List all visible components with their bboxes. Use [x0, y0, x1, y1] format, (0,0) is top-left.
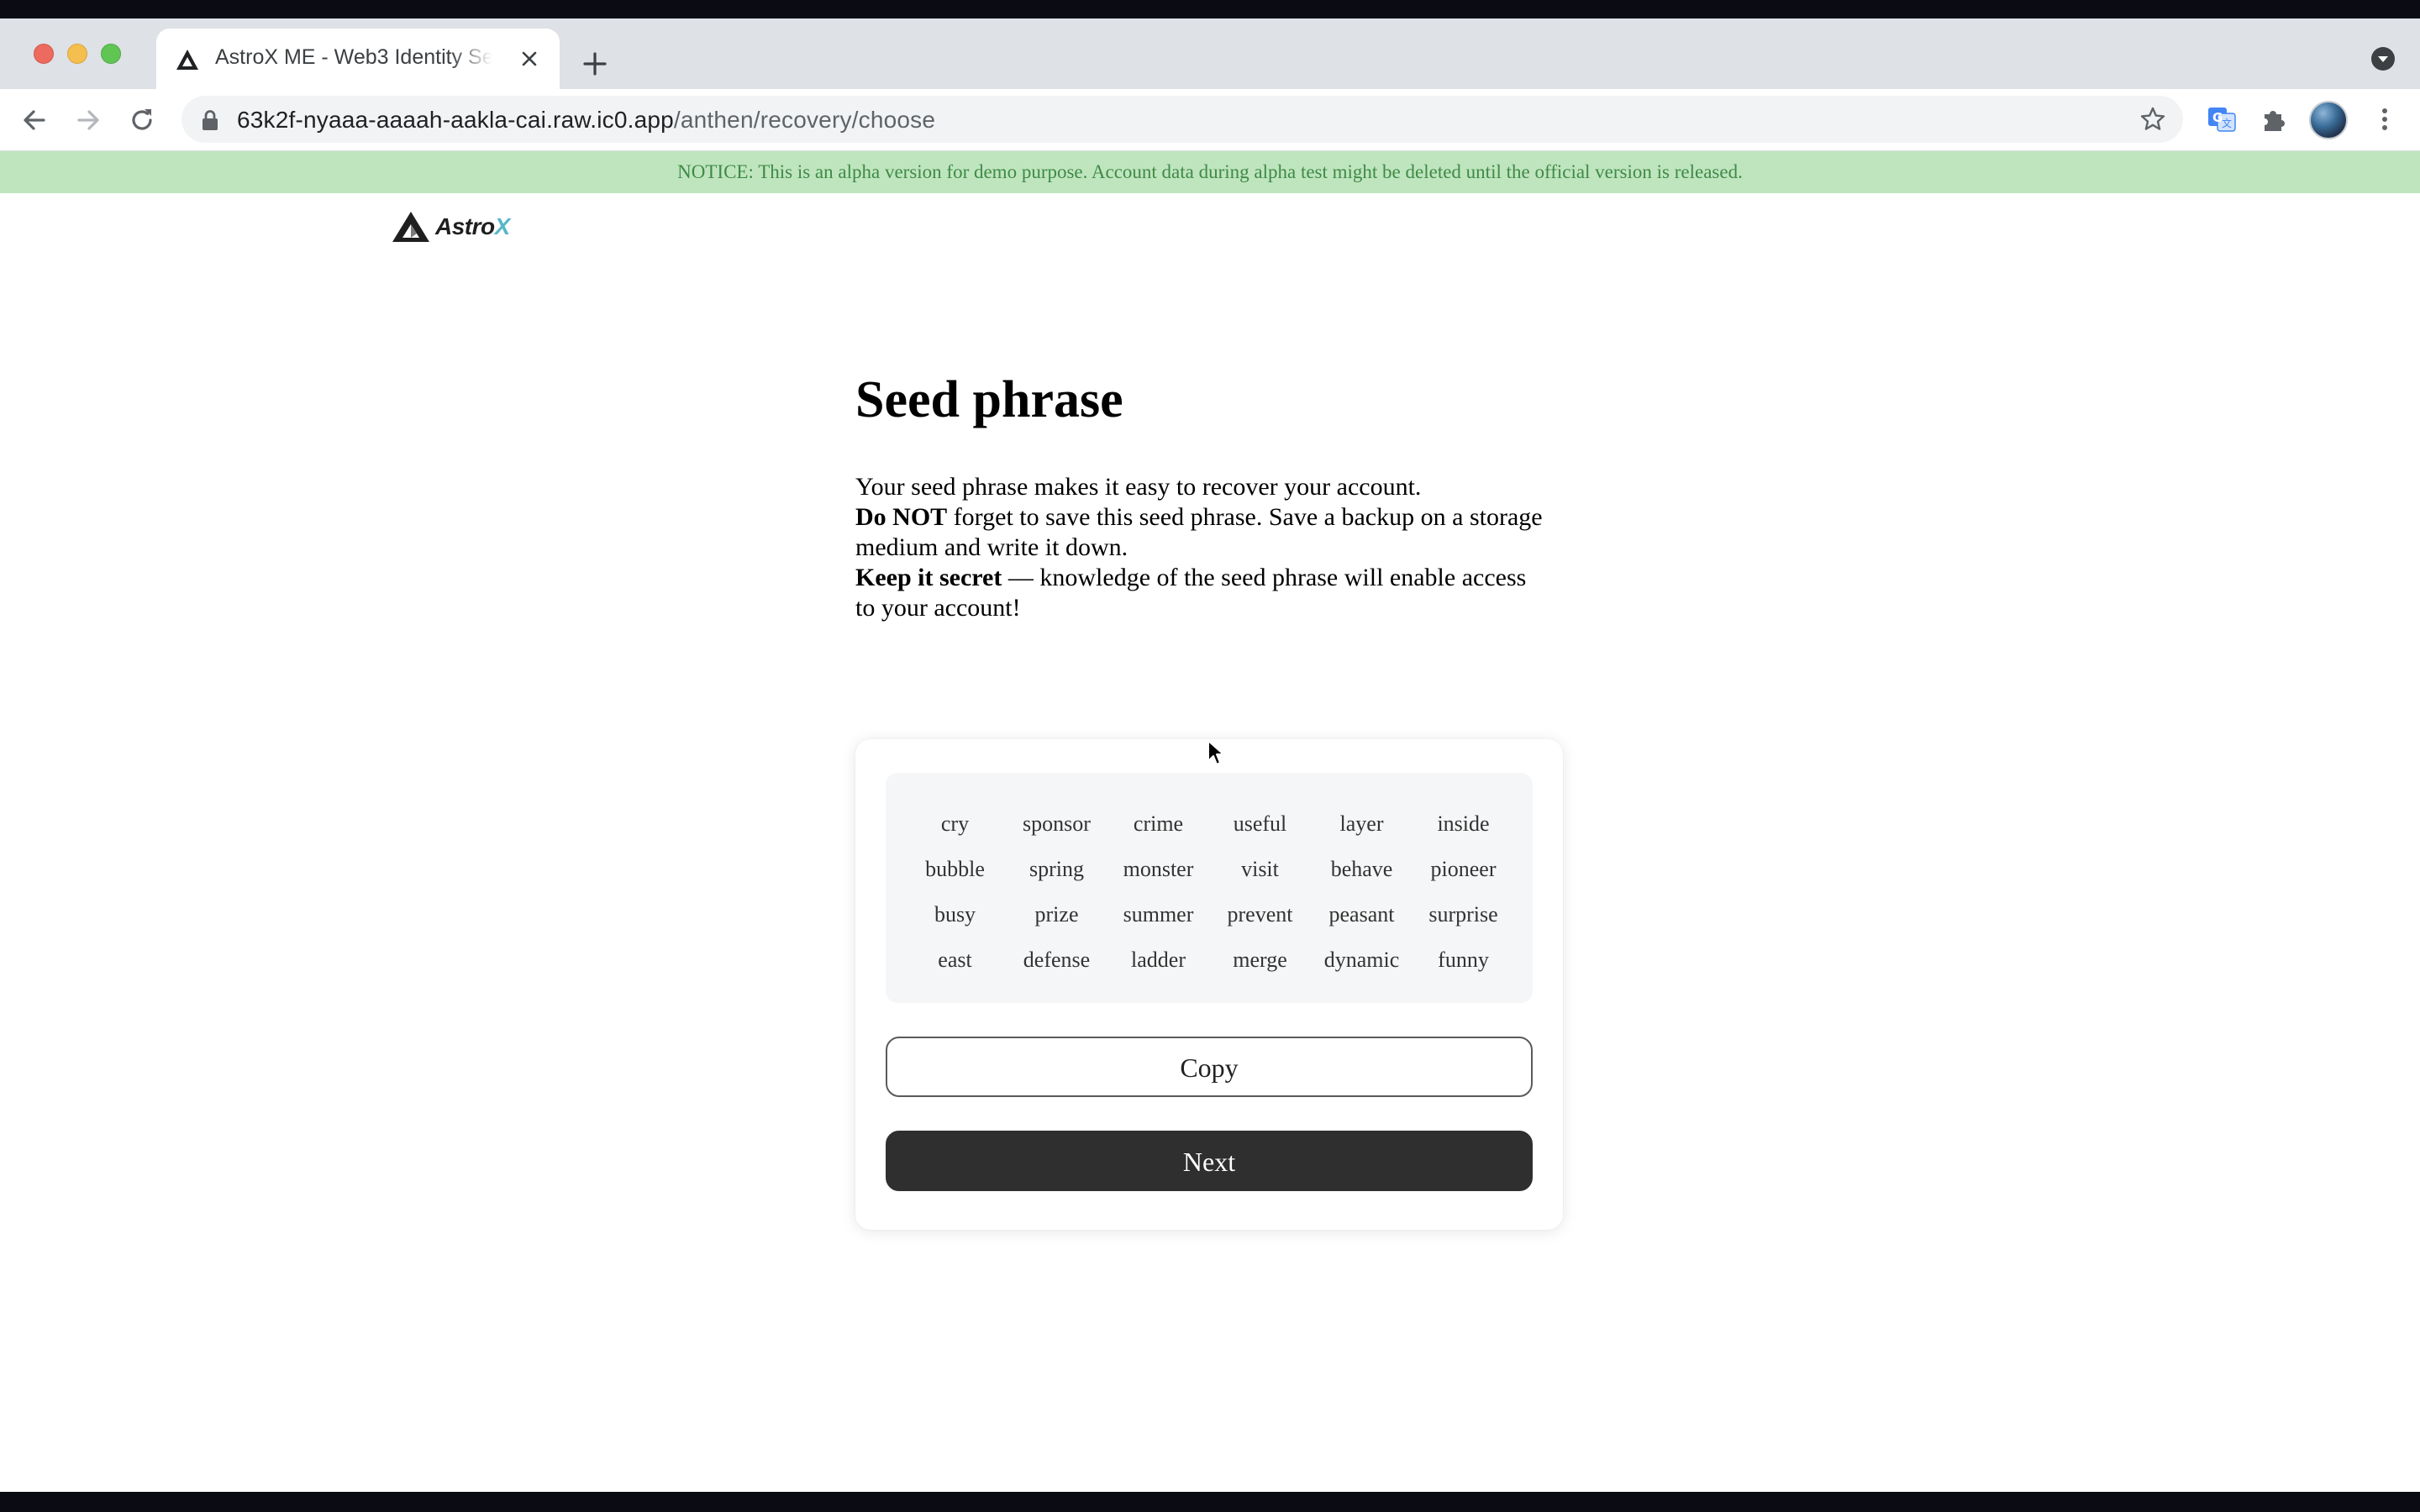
mouse-cursor-icon [1207, 740, 1224, 765]
reload-icon[interactable] [126, 104, 158, 136]
seed-word: defense [1023, 948, 1091, 972]
seed-word: peasant [1328, 902, 1395, 927]
seed-word: visit [1241, 857, 1279, 881]
seed-word: busy [934, 902, 976, 927]
warning-bold-1: Do NOT [855, 503, 948, 531]
close-window-button[interactable] [34, 44, 54, 64]
new-tab-icon[interactable] [580, 49, 610, 79]
url-host: 63k2f-nyaaa-aaaah-aakla-cai.raw.ic0.app [237, 107, 674, 133]
seed-word: ladder [1131, 948, 1186, 972]
copy-button[interactable]: Copy [886, 1037, 1533, 1097]
tab-title: AstroX ME - Web3 Identity Service [215, 45, 492, 69]
url-text[interactable]: 63k2f-nyaaa-aaaah-aakla-cai.raw.ic0.app/… [237, 107, 935, 134]
maximize-window-button[interactable] [101, 44, 121, 64]
seed-word: inside [1437, 811, 1490, 836]
close-icon[interactable] [516, 45, 543, 72]
seed-word: summer [1123, 902, 1194, 927]
warning-bold-2: Keep it secret [855, 564, 1002, 591]
astrox-logo[interactable]: AstroX [392, 208, 510, 245]
description-line-2: forget to save this seed phrase. Save a … [855, 503, 1543, 561]
astrox-logo-icon [392, 212, 429, 242]
translate-icon[interactable]: G 文 [2205, 102, 2238, 136]
seed-word-grid: cry sponsor crime useful layer inside bu… [886, 773, 1533, 1003]
alpha-notice-banner: NOTICE: This is an alpha version for dem… [0, 151, 2420, 193]
lock-icon[interactable] [200, 109, 220, 131]
browser-tab[interactable]: AstroX ME - Web3 Identity Service [156, 29, 560, 89]
seed-word: crime [1133, 811, 1184, 836]
seed-word: merge [1233, 948, 1287, 972]
seed-intro: Seed phrase Your seed phrase makes it ea… [855, 370, 1561, 623]
bookmark-star-icon[interactable] [2139, 106, 2166, 133]
seed-word: bubble [925, 857, 985, 881]
seed-word: surprise [1428, 902, 1498, 927]
logo-text: AstroX [435, 213, 510, 239]
seed-word: monster [1123, 857, 1194, 881]
astrox-favicon-icon [176, 50, 198, 70]
seed-word: spring [1029, 857, 1084, 881]
seed-card: cry sponsor crime useful layer inside bu… [855, 739, 1563, 1230]
minimize-window-button[interactable] [67, 44, 87, 64]
seed-word: dynamic [1323, 948, 1400, 972]
address-bar[interactable]: 63k2f-nyaaa-aaaah-aakla-cai.raw.ic0.app/… [182, 96, 2183, 143]
seed-word: useful [1233, 811, 1287, 836]
seed-word: sponsor [1023, 811, 1091, 836]
seed-word: layer [1339, 811, 1384, 836]
forward-icon[interactable] [72, 104, 104, 136]
extensions-icon[interactable] [2257, 102, 2291, 136]
tab-strip: AstroX ME - Web3 Identity Service [0, 18, 2420, 89]
seed-word: pioneer [1430, 857, 1497, 881]
browser-toolbar: 63k2f-nyaaa-aaaah-aakla-cai.raw.ic0.app/… [0, 89, 2420, 151]
seed-word: funny [1438, 948, 1489, 972]
svg-text:文: 文 [2222, 117, 2232, 129]
url-path: /anthen/recovery/choose [673, 107, 936, 133]
seed-description: Your seed phrase makes it easy to recove… [855, 472, 1544, 623]
tab-search-icon[interactable] [2370, 45, 2396, 72]
description-line-1: Your seed phrase makes it easy to recove… [855, 473, 1422, 501]
seed-word: cry [940, 811, 970, 836]
back-icon[interactable] [18, 104, 50, 136]
page-content: NOTICE: This is an alpha version for dem… [0, 151, 2420, 1492]
menu-icon[interactable] [2368, 102, 2402, 136]
page-title: Seed phrase [855, 371, 1123, 428]
seed-word: prize [1034, 902, 1079, 927]
seed-word: prevent [1227, 902, 1293, 927]
seed-word: behave [1330, 857, 1393, 881]
seed-word: east [938, 948, 972, 972]
next-button[interactable]: Next [886, 1131, 1533, 1191]
profile-avatar[interactable] [2309, 101, 2348, 139]
